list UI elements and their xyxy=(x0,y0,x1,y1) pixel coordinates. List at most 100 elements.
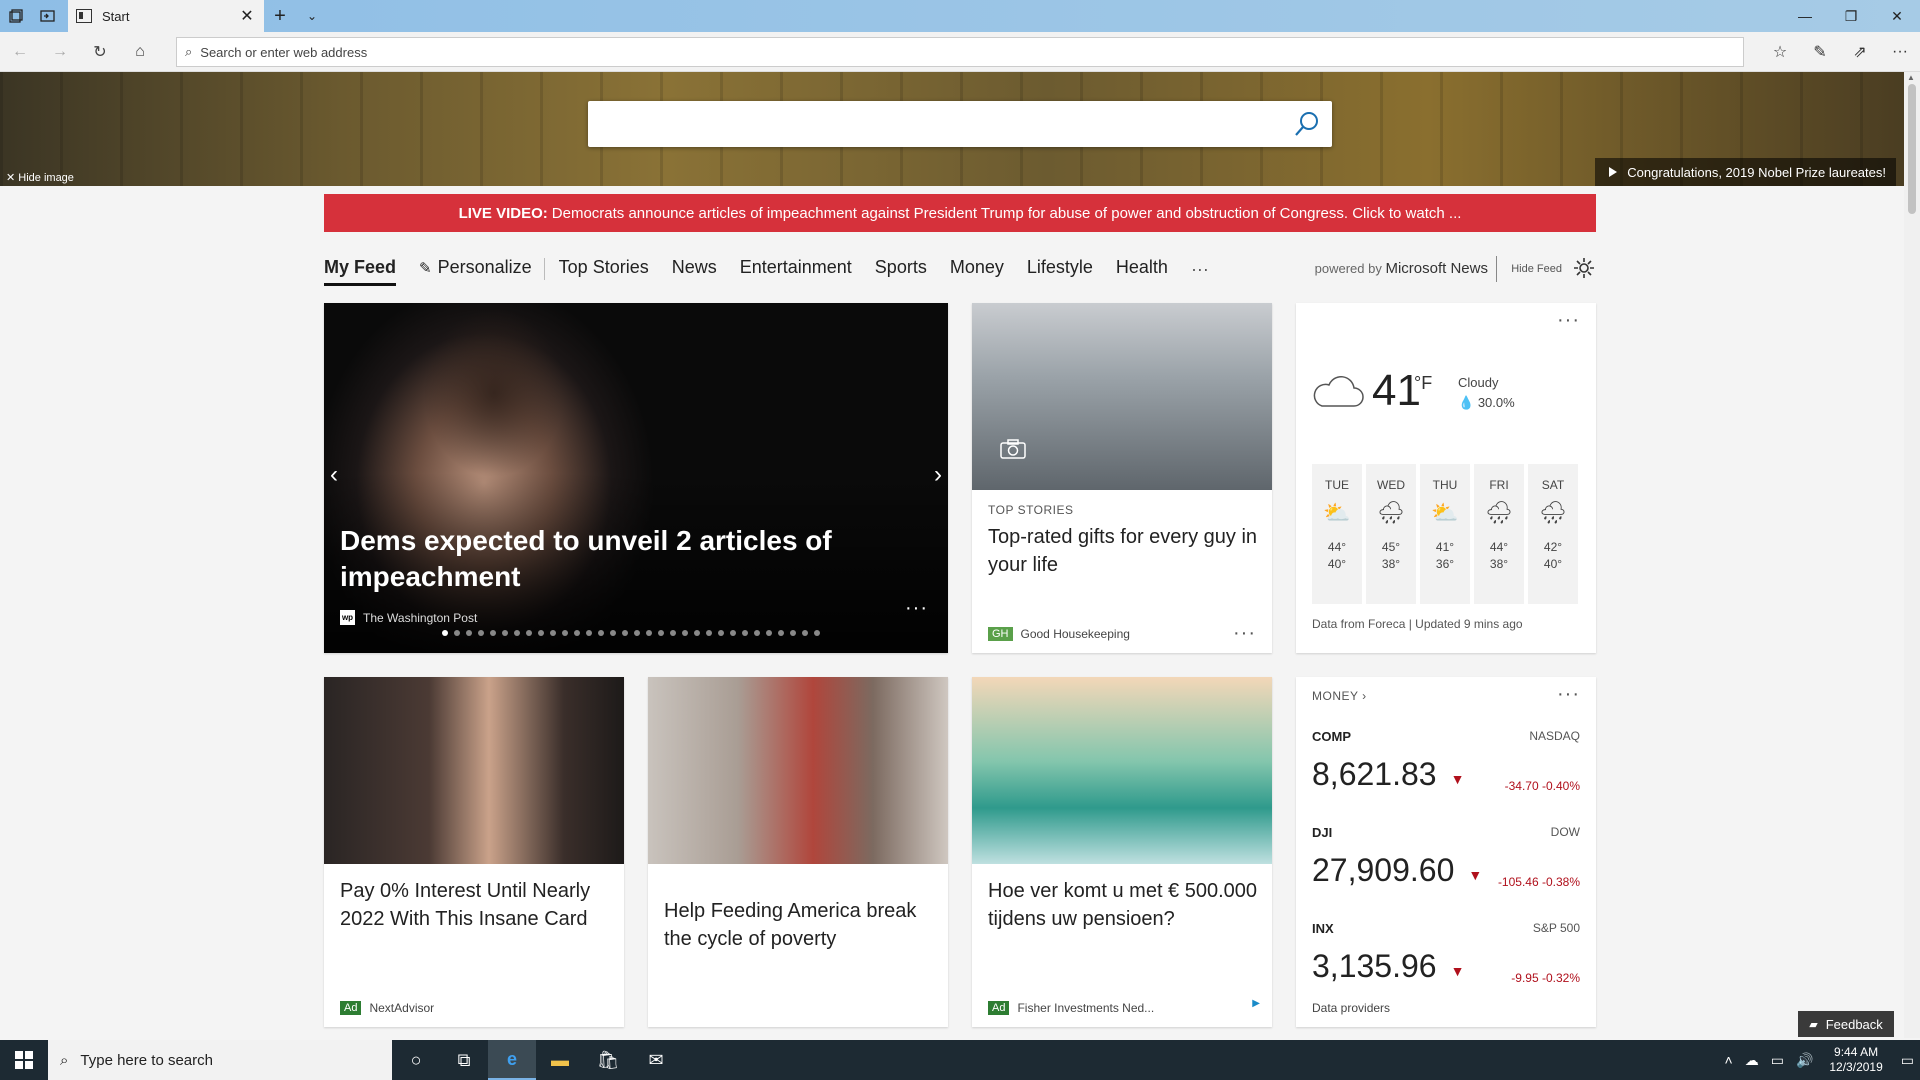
data-providers-link[interactable]: Data providers xyxy=(1312,1001,1390,1015)
pager-dot[interactable] xyxy=(766,630,772,636)
favorites-icon[interactable]: ☆ xyxy=(1760,32,1800,72)
tab-health[interactable]: Health xyxy=(1116,252,1168,286)
tab-lifestyle[interactable]: Lifestyle xyxy=(1027,252,1093,286)
stock-row[interactable]: DJI DOW 27,909.60 ▼ -105.46 -0.38% xyxy=(1312,825,1580,889)
tab-my-feed[interactable]: My Feed xyxy=(324,252,397,286)
close-window-icon[interactable]: ✕ xyxy=(1874,0,1920,32)
back-arrow-icon[interactable]: ← xyxy=(0,32,40,72)
chevron-up-icon[interactable]: ˄ xyxy=(1725,1052,1733,1068)
tab-entertainment[interactable]: Entertainment xyxy=(740,252,852,286)
pager-dot[interactable] xyxy=(598,630,604,636)
tabs-aside-icon[interactable] xyxy=(0,0,32,32)
carousel-pager[interactable] xyxy=(442,630,820,636)
pager-dot[interactable] xyxy=(658,630,664,636)
bing-search-input[interactable] xyxy=(588,101,1332,147)
adchoices-icon[interactable]: ▶ xyxy=(1252,998,1260,1009)
share-icon[interactable]: ⇗ xyxy=(1840,32,1880,72)
live-video-banner[interactable]: LIVE VIDEO: Democrats announce articles … xyxy=(324,194,1596,232)
money-header[interactable]: MONEY › xyxy=(1312,689,1367,703)
pager-dot[interactable] xyxy=(754,630,760,636)
ad-card-fisher[interactable]: Hoe ver komt u met € 500.000 tijdens uw … xyxy=(972,677,1272,1027)
pager-dot[interactable] xyxy=(442,630,448,636)
windows-start-icon[interactable] xyxy=(0,1040,48,1080)
more-options-icon[interactable]: ··· xyxy=(1233,622,1256,645)
pager-dot[interactable] xyxy=(790,630,796,636)
restore-icon[interactable]: ❐ xyxy=(1828,0,1874,32)
feeding-america-card[interactable]: Help Feeding America break the cycle of … xyxy=(648,677,948,1027)
more-icon[interactable]: ··· xyxy=(1880,32,1920,72)
pager-dot[interactable] xyxy=(622,630,628,636)
pager-dot[interactable] xyxy=(718,630,724,636)
pen-icon[interactable]: ✎ xyxy=(1800,32,1840,72)
top-stories-card[interactable]: TOP STORIES Top-rated gifts for every gu… xyxy=(972,303,1272,653)
forecast-day[interactable]: SAT 🌧 42° 40° xyxy=(1528,464,1578,604)
stock-row[interactable]: INX S&P 500 3,135.96 ▼ -9.95 -0.32% xyxy=(1312,921,1580,985)
pager-dot[interactable] xyxy=(586,630,592,636)
pager-dot[interactable] xyxy=(778,630,784,636)
more-options-icon[interactable]: ··· xyxy=(905,597,928,620)
money-card[interactable]: MONEY › ··· COMP NASDAQ 8,621.83 ▼ -34.70… xyxy=(1296,677,1596,1027)
pager-dot[interactable] xyxy=(742,630,748,636)
weather-card[interactable]: ··· 41 °F Cloudy 💧 30.0% TUE ⛅ 44° 40° W… xyxy=(1296,303,1596,653)
story-title[interactable]: Pay 0% Interest Until Nearly 2022 With T… xyxy=(340,877,610,933)
tab-news[interactable]: News xyxy=(672,252,717,286)
personalize-button[interactable]: ✎ Personalize xyxy=(419,252,532,286)
file-explorer-icon[interactable]: ▬ xyxy=(536,1040,584,1080)
more-options-icon[interactable]: ··· xyxy=(1557,683,1580,706)
feedback-button[interactable]: ▰ Feedback xyxy=(1798,1011,1894,1037)
volume-icon[interactable]: 🔊 xyxy=(1796,1052,1813,1069)
forecast-day[interactable]: TUE ⛅ 44° 40° xyxy=(1312,464,1362,604)
stock-row[interactable]: COMP NASDAQ 8,621.83 ▼ -34.70 -0.40% xyxy=(1312,729,1580,793)
chevron-down-icon[interactable]: ⌄ xyxy=(296,0,328,32)
store-icon[interactable]: 🛍 xyxy=(584,1040,632,1080)
story-title[interactable]: Top-rated gifts for every guy in your li… xyxy=(988,523,1258,579)
set-tabs-aside-icon[interactable] xyxy=(32,0,64,32)
scrollbar-thumb[interactable] xyxy=(1908,84,1916,214)
pager-dot[interactable] xyxy=(466,630,472,636)
hide-feed-button[interactable]: Hide Feed xyxy=(1496,256,1562,282)
tab-start[interactable]: Start ✕ xyxy=(68,0,264,32)
forecast-day[interactable]: THU ⛅ 41° 36° xyxy=(1420,464,1470,604)
pager-dot[interactable] xyxy=(682,630,688,636)
pager-dot[interactable] xyxy=(574,630,580,636)
pager-dot[interactable] xyxy=(814,630,820,636)
notifications-icon[interactable]: ▭ xyxy=(1901,1052,1914,1069)
gear-icon[interactable] xyxy=(1572,256,1596,280)
more-options-icon[interactable]: ··· xyxy=(1557,309,1580,332)
close-tab-icon[interactable]: ✕ xyxy=(238,6,256,26)
more-categories-icon[interactable]: ··· xyxy=(1191,259,1209,280)
address-bar[interactable]: ⌕ Search or enter web address xyxy=(176,37,1744,67)
pager-dot[interactable] xyxy=(802,630,808,636)
cortana-icon[interactable]: ○ xyxy=(392,1040,440,1080)
microsoft-news-link[interactable]: Microsoft News xyxy=(1385,260,1488,277)
search-icon[interactable] xyxy=(1292,109,1322,139)
pager-dot[interactable] xyxy=(478,630,484,636)
hero-caption[interactable]: Congratulations, 2019 Nobel Prize laurea… xyxy=(1595,158,1896,186)
hide-image-button[interactable]: ✕ Hide image xyxy=(6,171,74,184)
tab-sports[interactable]: Sports xyxy=(875,252,927,286)
pager-dot[interactable] xyxy=(454,630,460,636)
forecast-day[interactable]: WED 🌧 45° 38° xyxy=(1366,464,1416,604)
main-story-headline[interactable]: Dems expected to unveil 2 articles of im… xyxy=(340,523,900,595)
temperature-unit[interactable]: °F xyxy=(1414,373,1432,394)
vertical-scrollbar[interactable]: ▲ xyxy=(1904,72,1920,1038)
home-icon[interactable]: ⌂ xyxy=(120,32,160,72)
mail-icon[interactable]: ✉ xyxy=(632,1040,680,1080)
pager-dot[interactable] xyxy=(670,630,676,636)
network-icon[interactable]: ▭ xyxy=(1771,1052,1784,1069)
pager-dot[interactable] xyxy=(706,630,712,636)
pager-dot[interactable] xyxy=(550,630,556,636)
task-view-icon[interactable]: ⧉ xyxy=(440,1040,488,1080)
taskbar-search-input[interactable]: ⌕ Type here to search xyxy=(48,1040,392,1080)
pager-dot[interactable] xyxy=(562,630,568,636)
previous-arrow-icon[interactable]: ‹ xyxy=(330,461,338,489)
pager-dot[interactable] xyxy=(634,630,640,636)
forward-arrow-icon[interactable]: → xyxy=(40,32,80,72)
clock[interactable]: 9:44 AM 12/3/2019 xyxy=(1829,1045,1882,1075)
story-title[interactable]: Help Feeding America break the cycle of … xyxy=(664,897,934,953)
pager-dot[interactable] xyxy=(490,630,496,636)
minimize-icon[interactable]: — xyxy=(1782,0,1828,32)
pager-dot[interactable] xyxy=(514,630,520,636)
next-arrow-icon[interactable]: › xyxy=(934,461,942,489)
edge-browser-icon[interactable]: e xyxy=(488,1040,536,1080)
